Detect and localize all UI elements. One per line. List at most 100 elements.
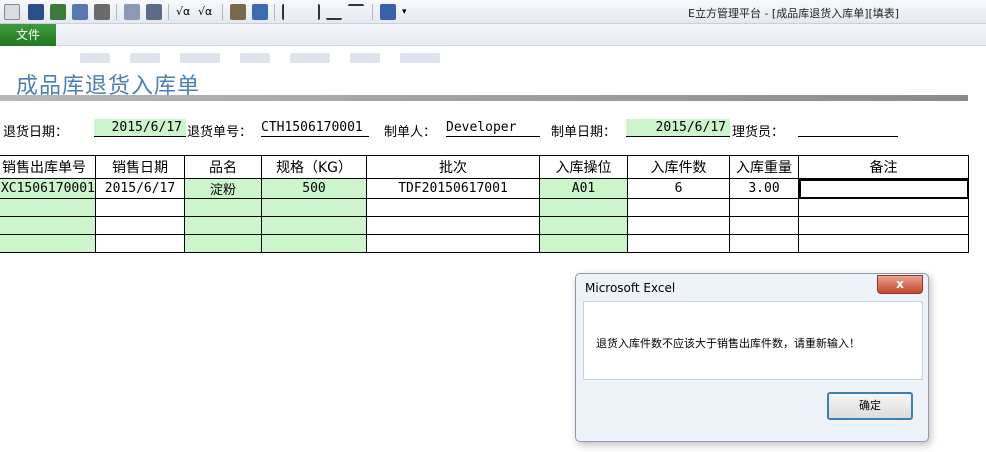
table-cell[interactable] — [798, 216, 969, 235]
table-cell[interactable]: 500 — [261, 178, 367, 199]
insert-right-icon[interactable] — [304, 4, 320, 20]
dialog-title: Microsoft Excel — [585, 281, 676, 295]
col-header: 销售出库单号 — [0, 155, 96, 179]
table-cell[interactable] — [627, 234, 730, 253]
table-cell[interactable] — [627, 198, 730, 217]
clerk-label: 理货员： — [732, 125, 785, 140]
table-row — [0, 198, 969, 217]
table-cell[interactable] — [798, 234, 969, 253]
col-header: 入库重量 — [729, 155, 799, 179]
file-tab[interactable]: 文件 — [0, 24, 56, 46]
table-cell[interactable]: 3.00 — [729, 178, 799, 199]
copy-icon[interactable] — [124, 4, 140, 20]
table-cell[interactable]: CXC1506170001 — [0, 178, 96, 199]
table-row — [0, 234, 969, 253]
table-cell[interactable] — [261, 198, 367, 217]
ribbon-tab-placeholder — [240, 53, 270, 63]
table-cell[interactable] — [184, 234, 262, 253]
toolbar-separator — [222, 4, 223, 20]
table-cell-selected[interactable] — [798, 178, 969, 199]
formula-icon[interactable]: √α — [176, 4, 192, 20]
table-cell[interactable] — [366, 234, 540, 253]
creator-label: 制单人： — [384, 125, 437, 140]
ribbon-tab-placeholder — [80, 53, 110, 63]
text-format-icon[interactable] — [252, 4, 268, 20]
return-date-label: 退货日期： — [3, 125, 69, 140]
book-icon[interactable] — [380, 4, 396, 20]
table-cell[interactable] — [261, 216, 367, 235]
table-cell[interactable] — [184, 216, 262, 235]
table-cell[interactable] — [539, 198, 628, 217]
ribbon-tab-placeholder — [180, 53, 220, 63]
return-no-label: 退货单号： — [187, 125, 253, 140]
col-header: 备注 — [798, 155, 969, 179]
table-cell[interactable] — [729, 234, 799, 253]
clerk-field[interactable] — [798, 119, 898, 137]
title-underline-bar — [0, 95, 968, 101]
table-cell[interactable]: TDF20150617001 — [366, 178, 540, 199]
dialog-message: 退货入库件数不应该大于销售出库件数，请重新输入！ — [596, 337, 860, 350]
col-header: 规格（KG） — [261, 155, 367, 179]
col-header: 入库件数 — [627, 155, 730, 179]
table-cell[interactable] — [0, 234, 96, 253]
table-cell[interactable] — [729, 216, 799, 235]
table-cell[interactable]: 淀粉 — [184, 178, 262, 199]
create-date-label: 制单日期： — [551, 125, 617, 140]
ribbon-tab-placeholder — [130, 53, 160, 63]
insert-row-icon[interactable] — [326, 4, 342, 20]
table-cell[interactable] — [95, 234, 185, 253]
table-cell[interactable] — [798, 198, 969, 217]
col-header: 销售日期 — [95, 155, 185, 179]
return-items-table: 销售出库单号 销售日期 品名 规格（KG） 批次 入库操位 入库件数 入库重量 … — [0, 155, 969, 253]
table-cell[interactable] — [539, 234, 628, 253]
table-cell[interactable]: A01 — [539, 178, 628, 199]
table-row: CXC1506170001 2015/6/17 淀粉 500 TDF201506… — [0, 178, 969, 199]
toolbar-separator — [116, 4, 117, 20]
table-cell[interactable] — [95, 216, 185, 235]
ribbon-tab-placeholder — [400, 53, 440, 63]
toolbar-separator — [168, 4, 169, 20]
ribbon-tab-placeholder — [350, 53, 380, 63]
column-icon[interactable] — [348, 4, 364, 20]
table-cell[interactable] — [0, 216, 96, 235]
print-preview-icon[interactable] — [72, 4, 88, 20]
formula-off-icon[interactable]: √α — [198, 4, 214, 20]
app-icon[interactable] — [4, 4, 20, 20]
dialog-body: 退货入库件数不应该大于销售出库件数，请重新输入！ — [583, 301, 923, 380]
export-icon[interactable] — [50, 4, 66, 20]
ribbon-tab-placeholder — [290, 53, 330, 63]
col-header: 品名 — [184, 155, 262, 179]
table-cell[interactable] — [366, 198, 540, 217]
table-cell[interactable]: 2015/6/17 — [95, 178, 185, 199]
paste-icon[interactable] — [146, 4, 162, 20]
table-cell[interactable] — [184, 198, 262, 217]
ok-button[interactable]: 确定 — [827, 392, 913, 420]
insert-left-icon[interactable] — [282, 4, 298, 20]
create-date-field[interactable]: 2015/6/17 — [626, 119, 730, 137]
table-header-row: 销售出库单号 销售日期 品名 规格（KG） 批次 入库操位 入库件数 入库重量 … — [0, 155, 969, 179]
table-row — [0, 216, 969, 235]
col-header: 批次 — [366, 155, 540, 179]
dropdown-arrow-icon[interactable]: ▾ — [402, 4, 418, 20]
window-title: E立方管理平台 - [成品库退货入库单][填表] — [688, 7, 900, 20]
return-no-field[interactable]: CTH1506170001 — [261, 119, 369, 137]
clipboard-icon[interactable] — [230, 4, 246, 20]
table-cell[interactable] — [539, 216, 628, 235]
close-icon[interactable]: x — [877, 275, 923, 294]
table-cell[interactable] — [95, 198, 185, 217]
toolbar-separator — [274, 4, 275, 20]
table-cell[interactable] — [366, 216, 540, 235]
table-cell[interactable] — [729, 198, 799, 217]
creator-field[interactable]: Developer — [446, 119, 540, 137]
ribbon-bar — [0, 24, 986, 63]
print-icon[interactable] — [94, 4, 110, 20]
save-icon[interactable] — [28, 4, 44, 20]
table-cell[interactable]: 6 — [627, 178, 730, 199]
message-dialog: Microsoft Excel x 退货入库件数不应该大于销售出库件数，请重新输… — [575, 273, 929, 442]
return-date-field[interactable]: 2015/6/17 — [94, 119, 186, 137]
quick-access-toolbar: √α √α ▾ E立方管理平台 - [成品库退货入库单][填表] — [0, 0, 986, 24]
table-cell[interactable] — [627, 216, 730, 235]
table-cell[interactable] — [0, 198, 96, 217]
toolbar-separator — [372, 4, 373, 20]
table-cell[interactable] — [261, 234, 367, 253]
